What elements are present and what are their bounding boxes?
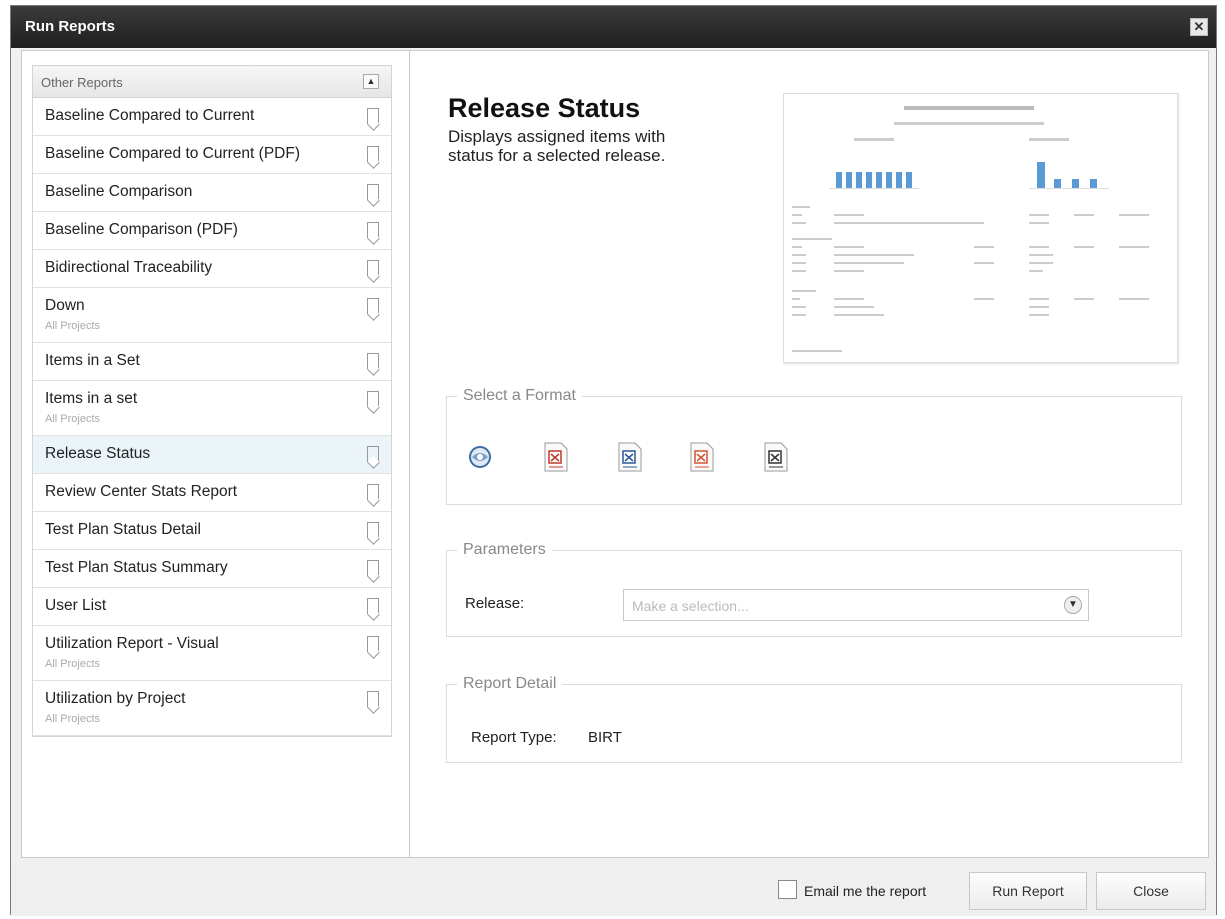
report-item-label: Test Plan Status Summary [45, 559, 228, 576]
report-list-panel: Other Reports ▲ Baseline Compared to Cur… [21, 50, 411, 858]
bookmark-icon[interactable] [367, 636, 379, 652]
report-item-label: Items in a Set [45, 352, 140, 369]
report-item-scope: All Projects [45, 658, 101, 670]
report-item-label: Test Plan Status Detail [45, 521, 201, 538]
report-item-label: Utilization Report - Visual [45, 635, 219, 652]
parameters-section: Parameters Release: Make a selection... … [446, 541, 1182, 637]
release-placeholder: Make a selection... [632, 598, 749, 614]
report-item-label: Review Center Stats Report [45, 483, 238, 500]
bookmark-icon[interactable] [367, 353, 379, 369]
bookmark-icon[interactable] [367, 260, 379, 276]
report-list-item[interactable]: Utilization Report - Visual All Projects [33, 626, 391, 681]
bookmark-icon[interactable] [367, 222, 379, 238]
report-preview-image [792, 106, 1149, 352]
report-item-label: Baseline Compared to Current [45, 107, 255, 124]
report-item-scope: All Projects [45, 320, 101, 332]
report-item-scope: All Projects [45, 713, 101, 725]
powerpoint-format-icon[interactable] [689, 441, 715, 473]
dialog-title: Run Reports [25, 18, 115, 35]
chevron-down-icon[interactable]: ▼ [1064, 596, 1082, 614]
report-type-label: Report Type: [471, 729, 557, 746]
report-list-item[interactable]: Items in a Set [33, 343, 391, 381]
report-item-label: Baseline Comparison [45, 183, 193, 200]
report-item-scope: All Projects [45, 413, 101, 425]
report-list-item[interactable]: Baseline Compared to Current [33, 98, 391, 136]
title-bar: Run Reports ✕ [11, 6, 1216, 48]
bookmark-icon[interactable] [367, 560, 379, 576]
close-icon[interactable]: ✕ [1190, 18, 1208, 36]
close-button[interactable]: Close [1096, 872, 1206, 910]
report-item-label: User List [45, 597, 107, 614]
word-format-icon[interactable] [617, 441, 643, 473]
report-list-item[interactable]: Bidirectional Traceability [33, 250, 391, 288]
report-item-label: Utilization by Project [45, 690, 186, 707]
email-report-checkbox[interactable] [778, 880, 797, 899]
report-item-label: Down [45, 297, 85, 314]
report-list-item[interactable]: Baseline Compared to Current (PDF) [33, 136, 391, 174]
html-format-icon[interactable] [467, 441, 493, 473]
report-list-item[interactable]: User List [33, 588, 391, 626]
report-item-label: Bidirectional Traceability [45, 259, 213, 276]
bookmark-icon[interactable] [367, 446, 379, 462]
dialog-footer: Email me the report Run Report Close [11, 864, 1216, 916]
email-report-label[interactable]: Email me the report [804, 883, 926, 899]
report-list-item[interactable]: Items in a set All Projects [33, 381, 391, 436]
bookmark-icon[interactable] [367, 391, 379, 407]
bookmark-icon[interactable] [367, 598, 379, 614]
bookmark-icon[interactable] [367, 691, 379, 707]
report-list-item[interactable]: Down All Projects [33, 288, 391, 343]
bookmark-icon[interactable] [367, 184, 379, 200]
pdf-format-icon[interactable] [543, 441, 569, 473]
bookmark-icon[interactable] [367, 108, 379, 124]
release-label: Release: [465, 595, 525, 612]
report-list-item[interactable]: Review Center Stats Report [33, 474, 391, 512]
report-item-label: Baseline Comparison (PDF) [45, 221, 238, 238]
report-list-item[interactable]: Baseline Comparison [33, 174, 391, 212]
bookmark-icon[interactable] [367, 484, 379, 500]
report-type-value: BIRT [588, 729, 622, 746]
format-section: Select a Format [446, 387, 1182, 505]
parameters-legend: Parameters [463, 541, 546, 558]
collapse-icon[interactable]: ▲ [363, 74, 379, 89]
report-list: Other Reports ▲ Baseline Compared to Cur… [32, 65, 392, 737]
report-list-item[interactable]: Test Plan Status Detail [33, 512, 391, 550]
bookmark-icon[interactable] [367, 146, 379, 162]
bookmark-icon[interactable] [367, 522, 379, 538]
report-title: Release Status [448, 93, 641, 123]
report-list-item[interactable]: Release Status [33, 436, 391, 474]
report-preview-thumbnail [783, 93, 1178, 363]
report-list-item[interactable]: Test Plan Status Summary [33, 550, 391, 588]
report-detail-legend: Report Detail [463, 675, 557, 692]
report-group-header[interactable]: Other Reports ▲ [33, 66, 391, 98]
report-list-item[interactable]: Baseline Comparison (PDF) [33, 212, 391, 250]
report-detail-panel: Release Status Displays assigned items w… [409, 50, 1209, 858]
report-item-label: Items in a set [45, 390, 138, 407]
report-description: Displays assigned items with status for … [448, 127, 666, 165]
report-detail-section: Report Detail Report Type: BIRT [446, 675, 1182, 763]
run-reports-dialog: Run Reports ✕ Other Reports ▲ Baseline C… [10, 5, 1217, 916]
bookmark-icon[interactable] [367, 298, 379, 314]
report-item-label: Baseline Compared to Current (PDF) [45, 145, 300, 162]
excel-format-icon[interactable] [763, 441, 789, 473]
format-legend: Select a Format [463, 387, 576, 404]
run-report-button[interactable]: Run Report [969, 872, 1087, 910]
report-list-item[interactable]: Utilization by Project All Projects [33, 681, 391, 736]
report-item-label: Release Status [45, 445, 151, 462]
release-select[interactable]: Make a selection... ▼ [623, 589, 1089, 621]
report-group-label: Other Reports [41, 75, 123, 90]
